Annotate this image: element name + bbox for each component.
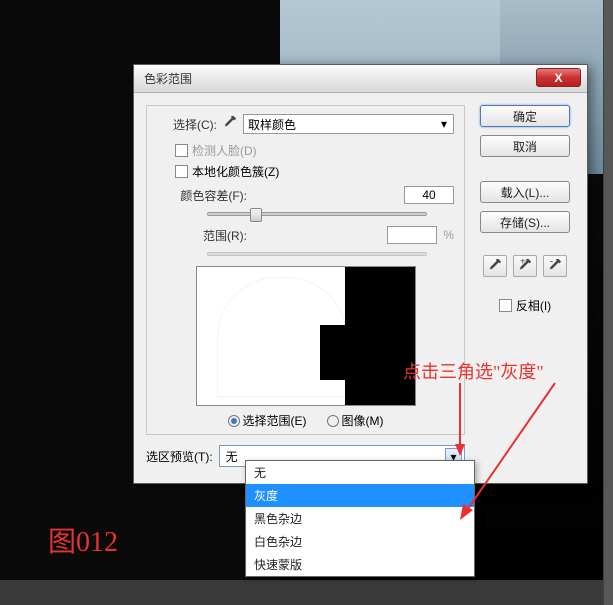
svg-text:-: - xyxy=(550,259,554,267)
preview-mode-label: 选区预览(T): xyxy=(146,448,213,465)
radio-image[interactable] xyxy=(327,415,339,427)
save-button[interactable]: 存储(S)... xyxy=(480,211,570,233)
dropdown-item[interactable]: 无 xyxy=(246,461,474,484)
dropdown-item[interactable]: 快速蒙版 xyxy=(246,553,474,576)
close-icon: X xyxy=(554,71,562,85)
radio-selection-label: 选择范围(E) xyxy=(243,412,307,429)
range-slider xyxy=(207,252,427,256)
preview-mode-dropdown[interactable]: 无灰度黑色杂边白色杂边快速蒙版 xyxy=(245,460,475,577)
ok-button[interactable]: 确定 xyxy=(480,105,570,127)
select-mode-combo[interactable]: 取样颜色 ▾ xyxy=(243,114,454,134)
figure-label: 图012 xyxy=(48,520,118,560)
fuzziness-slider[interactable] xyxy=(207,212,427,216)
main-fieldset: 选择(C): 取样颜色 ▾ 检测人脸(D) 本地化颜色簇(Z) xyxy=(146,105,465,435)
select-label: 选择(C): xyxy=(157,116,217,133)
eyedropper-plus-icon: + xyxy=(518,259,532,273)
invert-label: 反相(I) xyxy=(516,297,551,314)
detect-faces-checkbox[interactable] xyxy=(175,144,188,157)
eyedropper-plus-button[interactable]: + xyxy=(513,255,537,277)
dropdown-item[interactable]: 白色杂边 xyxy=(246,530,474,553)
close-button[interactable]: X xyxy=(536,68,581,87)
eyedropper-button[interactable] xyxy=(483,255,507,277)
titlebar[interactable]: 色彩范围 X xyxy=(134,65,587,93)
preview-mode-value: 无 xyxy=(226,448,238,465)
invert-checkbox[interactable] xyxy=(499,299,512,312)
eyedropper-minus-icon: - xyxy=(548,259,562,273)
selection-preview-image[interactable] xyxy=(196,266,416,406)
annotation-text: 点击三角选"灰度" xyxy=(403,358,544,384)
dropdown-item[interactable]: 黑色杂边 xyxy=(246,507,474,530)
select-mode-value: 取样颜色 xyxy=(248,116,296,133)
detect-faces-label: 检测人脸(D) xyxy=(192,142,257,159)
fuzziness-input[interactable] xyxy=(404,186,454,204)
chevron-down-icon: ▾ xyxy=(437,117,451,131)
range-unit: % xyxy=(443,228,454,242)
dropdown-item[interactable]: 灰度 xyxy=(246,484,474,507)
eyedropper-icon xyxy=(488,259,502,273)
fuzziness-label: 颜色容差(F): xyxy=(157,187,247,204)
localized-checkbox[interactable] xyxy=(175,165,188,178)
cancel-button[interactable]: 取消 xyxy=(480,135,570,157)
panel-edge xyxy=(603,0,613,605)
dialog-title: 色彩范围 xyxy=(144,70,192,87)
color-range-dialog: 色彩范围 X 选择(C): 取样颜色 ▾ 检测人脸(D xyxy=(133,64,588,484)
radio-selection[interactable] xyxy=(228,415,240,427)
localized-label: 本地化颜色簇(Z) xyxy=(192,163,279,180)
range-label: 范围(R): xyxy=(157,227,247,244)
eyedropper-minus-button[interactable]: - xyxy=(543,255,567,277)
load-button[interactable]: 载入(L)... xyxy=(480,181,570,203)
radio-image-label: 图像(M) xyxy=(342,412,384,429)
range-input xyxy=(387,226,437,244)
slider-thumb[interactable] xyxy=(250,208,262,222)
svg-text:+: + xyxy=(520,259,526,267)
eyedropper-icon xyxy=(223,116,237,133)
